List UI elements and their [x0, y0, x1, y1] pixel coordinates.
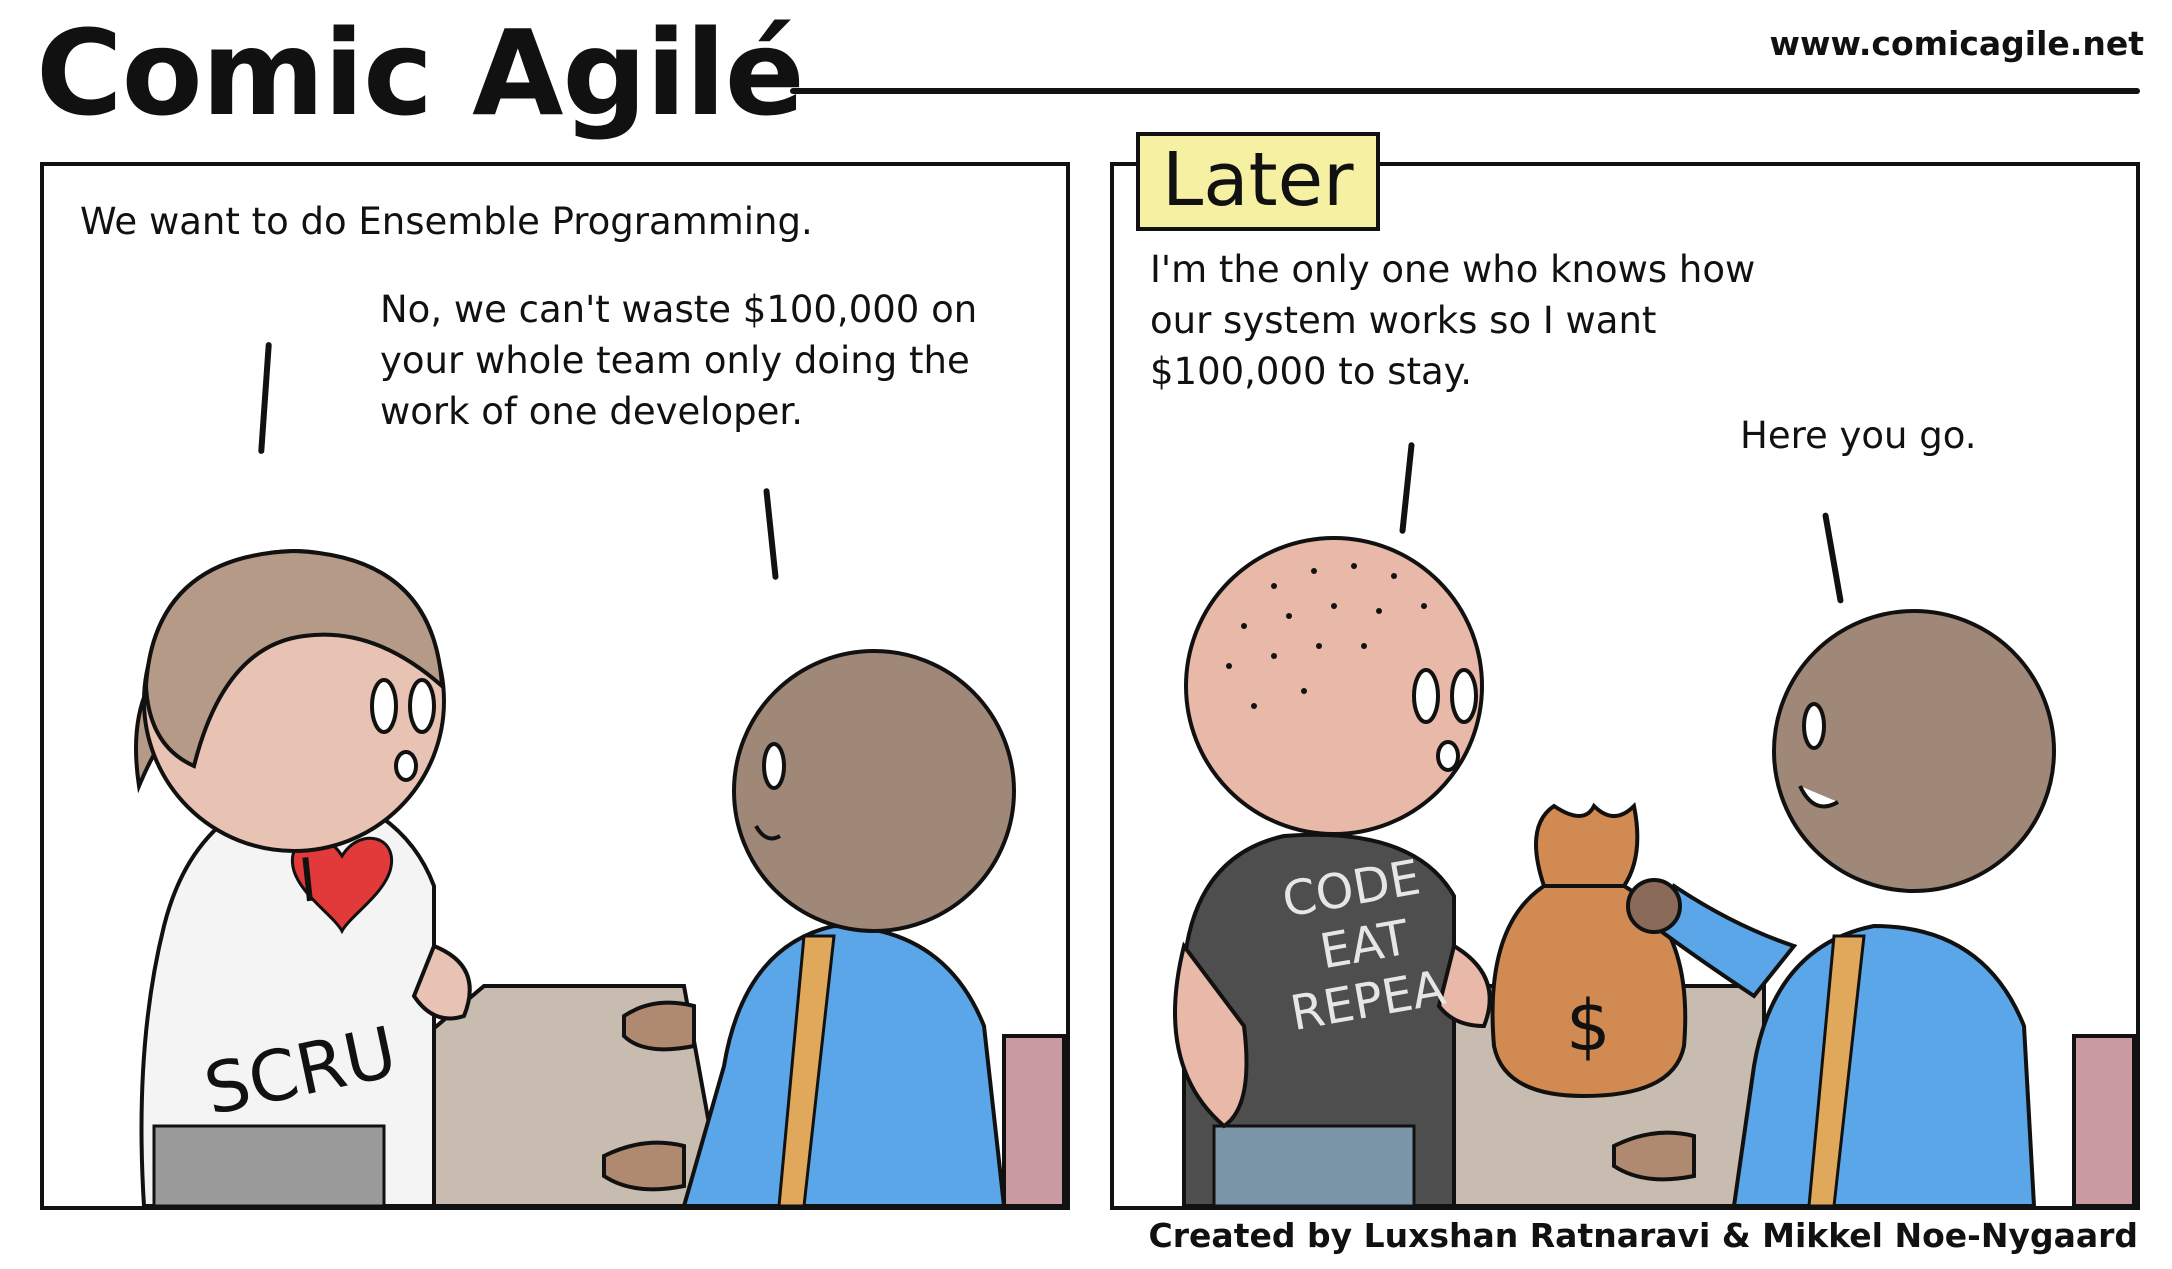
credit-line: Created by Luxshan Ratnaravi & Mikkel No… [1148, 1216, 2138, 1255]
dollar-sign-icon: $ [1566, 985, 1611, 1067]
woman-pants [152, 1124, 386, 1206]
website-url[interactable]: www.comicagile.net [1770, 24, 2144, 63]
caption-later: Later [1136, 132, 1380, 232]
manager-eye [762, 742, 786, 790]
manager-hand-2 [602, 1140, 686, 1192]
manager-head [732, 649, 1016, 933]
woman-eye-right [408, 678, 436, 734]
manager-head [1772, 609, 2056, 893]
chair [1002, 1034, 1066, 1206]
chair [2072, 1034, 2136, 1206]
woman-eye-left [370, 678, 398, 734]
developer-eye-right [1450, 668, 1478, 724]
comic-title: Comic Agilé [36, 4, 805, 142]
developer-mouth [1436, 740, 1460, 772]
developer-eye-left [1412, 668, 1440, 724]
manager-hand-1 [622, 1000, 696, 1052]
manager-hand-bag [1626, 878, 1682, 934]
panel-2: I'm the only one who knows how our syste… [1110, 162, 2140, 1210]
header-rule [790, 88, 2140, 94]
manager-shirt [1731, 923, 2037, 1206]
manager-eye [1802, 702, 1826, 750]
panel-1: We want to do Ensemble Programming. No, … [40, 162, 1070, 1210]
panel-2-illustration [1173, 536, 2136, 1206]
money-bag-top [1534, 801, 1640, 888]
developer-pants [1212, 1124, 1416, 1206]
manager-hand [1612, 1130, 1696, 1182]
manager-shirt [681, 923, 1007, 1206]
woman-mouth [394, 750, 418, 782]
